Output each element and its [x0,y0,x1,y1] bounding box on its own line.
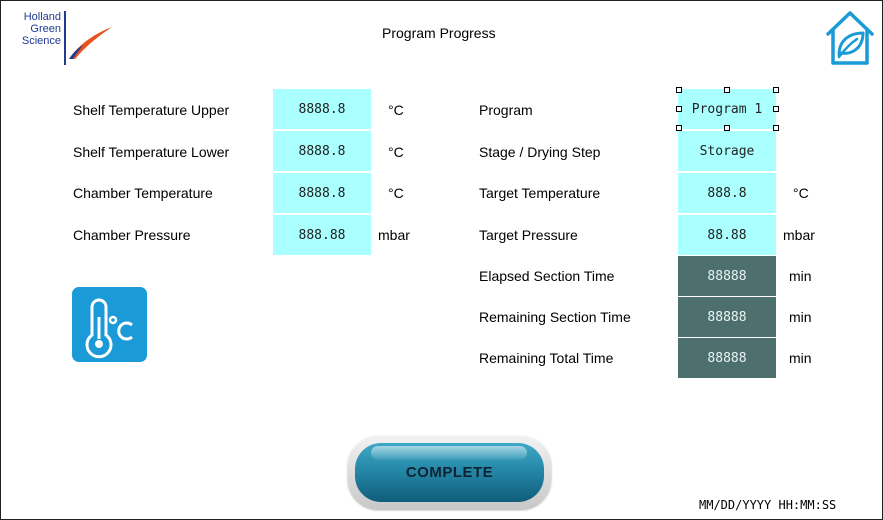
home-leaf-icon [826,11,874,65]
page-title: Program Progress [382,25,496,41]
complete-button-shine [371,446,527,460]
shelf-temp-upper-label: Shelf Temperature Upper [73,102,230,118]
selection-handle [676,106,682,112]
shelf-temp-lower-unit: °C [388,144,404,160]
chamber-temp-value: 8888.8 [273,173,371,213]
stage-value: Storage [678,131,776,171]
target-pressure-unit: mbar [783,227,815,243]
remaining-total-time-label: Remaining Total Time [479,350,614,366]
target-pressure-label: Target Pressure [479,227,578,243]
chamber-temp-label: Chamber Temperature [73,185,213,201]
target-temp-label: Target Temperature [479,185,601,201]
logo: Holland Green Science [7,11,117,65]
chamber-temp-unit: °C [388,185,404,201]
logo-line-2: Green [30,23,61,35]
temperature-button[interactable] [72,287,147,362]
chamber-pressure-label: Chamber Pressure [73,227,191,243]
logo-divider [64,11,66,65]
shelf-temp-upper-value: 8888.8 [273,89,371,129]
remaining-section-time-value: 88888 [678,297,776,337]
stage-label: Stage / Drying Step [479,144,601,160]
shelf-temp-upper-unit: °C [388,102,404,118]
remaining-total-time-value: 88888 [678,338,776,378]
selection-handle [773,106,779,112]
home-button[interactable] [823,9,877,67]
complete-button-label: COMPLETE [405,464,494,481]
program-label: Program [479,102,533,118]
selection-handle [676,87,682,93]
program-value[interactable]: Program 1 [678,89,776,129]
datetime-display: MM/DD/YYYY HH:MM:SS [699,498,837,512]
logo-line-3: Science [21,35,61,47]
logo-swoosh-icon [69,27,112,59]
elapsed-section-time-value: 88888 [678,256,776,296]
remaining-total-time-unit: min [789,350,812,366]
program-progress-screen: Holland Green Science Program Progress S… [0,0,883,520]
target-temp-value: 888.8 [678,173,776,213]
elapsed-section-time-unit: min [789,268,812,284]
chamber-pressure-unit: mbar [378,227,410,243]
thermometer-celsius-icon [85,298,133,359]
logo-line-1: Holland [23,11,61,23]
selection-handle [724,87,730,93]
shelf-temp-lower-label: Shelf Temperature Lower [73,144,230,160]
target-temp-unit: °C [793,185,809,201]
chamber-pressure-value: 888.88 [273,215,371,255]
selection-handle [773,87,779,93]
elapsed-section-time-label: Elapsed Section Time [479,268,615,284]
remaining-section-time-label: Remaining Section Time [479,309,631,325]
shelf-temp-lower-value: 8888.8 [273,131,371,171]
remaining-section-time-unit: min [789,309,812,325]
target-pressure-value: 88.88 [678,215,776,255]
